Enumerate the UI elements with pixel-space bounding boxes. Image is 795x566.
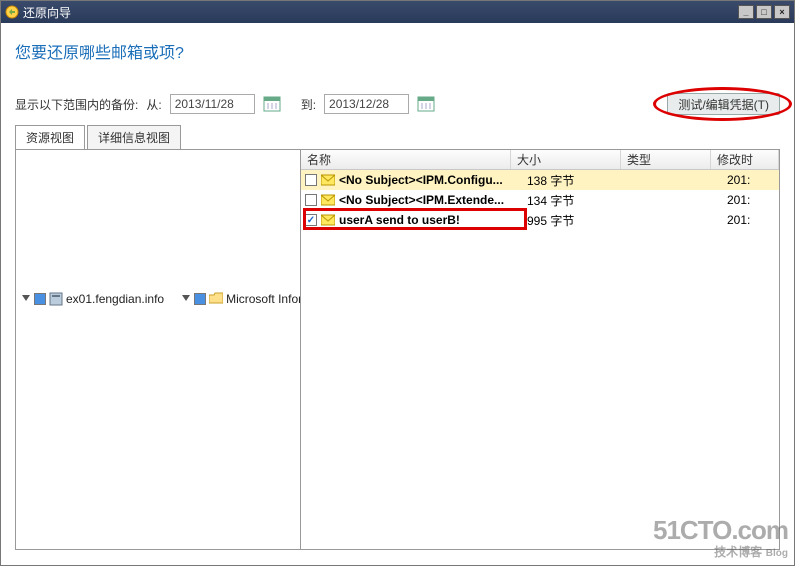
to-label: 到: xyxy=(301,96,316,113)
to-date-input[interactable] xyxy=(324,94,409,114)
row-checkbox[interactable] xyxy=(305,174,317,186)
col-header-name[interactable]: 名称 xyxy=(301,150,511,169)
window-title: 还原向导 xyxy=(23,4,71,21)
tree-checkbox[interactable] xyxy=(194,293,206,305)
row-size: 134 字节 xyxy=(527,192,637,209)
row-checkbox[interactable] xyxy=(305,194,317,206)
folder-icon xyxy=(209,292,223,306)
row-size: 995 字节 xyxy=(527,212,637,229)
maximize-button[interactable]: □ xyxy=(756,5,772,19)
row-name: userA send to userB! xyxy=(339,213,527,227)
watermark: 51CTO.com 技术博客 Blog xyxy=(653,516,788,559)
close-button[interactable]: × xyxy=(774,5,790,19)
twist-icon[interactable] xyxy=(20,294,31,305)
row-name: <No Subject><IPM.Extende... xyxy=(339,193,527,207)
from-date-input[interactable] xyxy=(170,94,255,114)
mail-icon xyxy=(321,194,335,206)
row-size: 138 字节 xyxy=(527,172,637,189)
row-checkbox[interactable] xyxy=(305,214,317,226)
tree-pane: ex01.fengdian.info Microsoft Information… xyxy=(15,150,301,550)
tab-resource-view[interactable]: 资源视图 xyxy=(15,125,85,149)
mail-icon xyxy=(321,214,335,226)
list-pane: 名称 大小 类型 修改时 <No Subject><IPM.Configu...… xyxy=(301,150,780,550)
list-row[interactable]: <No Subject><IPM.Configu...138 字节 201: xyxy=(301,170,779,190)
calendar-icon[interactable] xyxy=(417,95,435,113)
calendar-icon[interactable] xyxy=(263,95,281,113)
row-modified: 201: xyxy=(727,173,779,187)
list-row[interactable]: <No Subject><IPM.Extende...134 字节 201: xyxy=(301,190,779,210)
mail-icon xyxy=(321,174,335,186)
date-range-label: 显示以下范围内的备份: xyxy=(15,96,138,113)
row-modified: 201: xyxy=(727,193,779,207)
tab-row: 资源视图 详细信息视图 xyxy=(15,125,780,150)
tree-node-store[interactable]: Microsoft Information Store xyxy=(226,290,301,308)
from-label: 从: xyxy=(146,96,161,113)
restore-icon xyxy=(5,5,19,19)
row-modified: 201: xyxy=(727,213,779,227)
twist-icon[interactable] xyxy=(180,294,191,305)
minimize-button[interactable]: _ xyxy=(738,5,754,19)
server-icon xyxy=(49,292,63,306)
tab-detail-view[interactable]: 详细信息视图 xyxy=(87,125,181,149)
col-header-modified[interactable]: 修改时 xyxy=(711,150,779,169)
grid-header: 名称 大小 类型 修改时 xyxy=(301,150,779,170)
test-edit-credentials-button[interactable]: 测试/编辑凭据(T) xyxy=(667,93,780,115)
row-name: <No Subject><IPM.Configu... xyxy=(339,173,527,187)
page-heading: 您要还原哪些邮箱或项? xyxy=(15,39,780,63)
tree-node-server[interactable]: ex01.fengdian.info xyxy=(66,290,164,308)
col-header-type[interactable]: 类型 xyxy=(621,150,711,169)
date-range-row: 显示以下范围内的备份: 从: 到: 测试/编辑凭据(T) xyxy=(15,93,780,115)
list-row[interactable]: userA send to userB!995 字节 201: xyxy=(301,210,779,230)
col-header-size[interactable]: 大小 xyxy=(511,150,621,169)
title-bar: 还原向导 _ □ × xyxy=(1,1,794,23)
tree-checkbox[interactable] xyxy=(34,293,46,305)
